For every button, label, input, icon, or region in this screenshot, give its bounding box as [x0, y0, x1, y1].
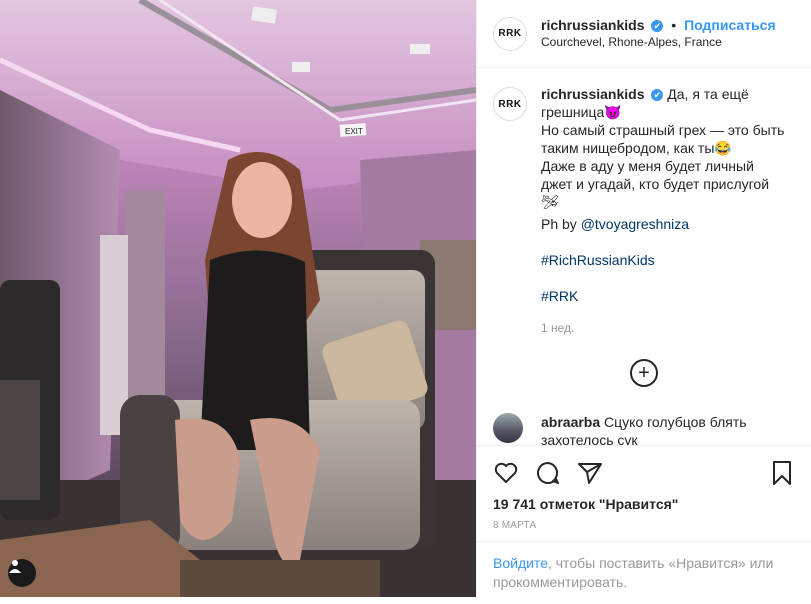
header-text: richrussiankids ✔ • Подписаться Courchev…	[541, 17, 776, 51]
mention-link[interactable]: @tvoyagreshniza	[581, 216, 689, 232]
location-link[interactable]: Courchevel, Rhone-Alpes, France	[541, 34, 776, 51]
person-icon	[9, 560, 21, 573]
caption-timestamp[interactable]: 1 нед.	[541, 319, 787, 337]
post-date[interactable]: 8 МАРТА	[493, 520, 795, 531]
caption-body: richrussiankids ✔ Да, я та ещё грешница😈…	[541, 85, 787, 337]
post-photo[interactable]: EXIT	[0, 0, 476, 597]
bookmark-icon[interactable]	[769, 460, 795, 486]
comment-item: abraarba Сцуко голубцов блять захотелось…	[493, 413, 795, 445]
verified-badge-icon: ✔	[651, 19, 664, 32]
comment-icon[interactable]	[535, 460, 561, 486]
login-link[interactable]: Войдите	[493, 555, 548, 571]
caption-username-link[interactable]: richrussiankids	[541, 86, 645, 102]
username-link[interactable]: richrussiankids	[541, 17, 645, 33]
comment-text-suffix: сук	[613, 432, 638, 445]
avatar[interactable]: RRK	[493, 16, 527, 51]
login-prompt: Войдите, чтобы поставить «Нравится» или …	[477, 541, 811, 604]
credit-prefix: Ph by	[541, 216, 581, 232]
post-frame: EXIT RRK richrussiankids ✔ • Подписаться…	[0, 0, 811, 597]
load-more-comments-button[interactable]: +	[630, 359, 658, 387]
post-header: RRK richrussiankids ✔ • Подписаться Cour…	[477, 0, 811, 68]
post-side-panel: RRK richrussiankids ✔ • Подписаться Cour…	[476, 0, 811, 597]
avatar[interactable]: RRK	[493, 87, 527, 121]
svg-text:EXIT: EXIT	[345, 127, 363, 136]
tagged-users-button[interactable]	[8, 559, 36, 587]
likes-count[interactable]: 19 741 отметок "Нравится"	[493, 496, 795, 512]
action-icons-row	[493, 458, 795, 488]
jet-interior-illustration: EXIT	[0, 0, 476, 597]
verified-badge-icon: ✔	[651, 89, 664, 102]
hashtag-link[interactable]: #RichRussianKids	[541, 252, 655, 268]
separator: •	[671, 16, 677, 33]
hashtag-link[interactable]: #RRK	[541, 288, 578, 304]
comment-body: abraarba Сцуко голубцов блять захотелось…	[541, 413, 771, 445]
caption-line: Но самый страшный грех — это быть таким …	[541, 122, 785, 156]
caption-line: Даже в аду у меня будет личный джет и уг…	[541, 158, 770, 210]
avatar[interactable]	[493, 413, 523, 443]
comments-area[interactable]: RRK richrussiankids ✔ Да, я та ещё грешн…	[477, 69, 811, 445]
follow-button[interactable]: Подписаться	[684, 17, 776, 33]
comment-username-link[interactable]: abraarba	[541, 414, 600, 430]
heart-icon[interactable]	[493, 460, 519, 486]
share-icon[interactable]	[577, 460, 603, 486]
caption: RRK richrussiankids ✔ Да, я та ещё грешн…	[493, 85, 795, 337]
post-actions: 19 741 отметок "Нравится" 8 МАРТА	[477, 445, 811, 531]
